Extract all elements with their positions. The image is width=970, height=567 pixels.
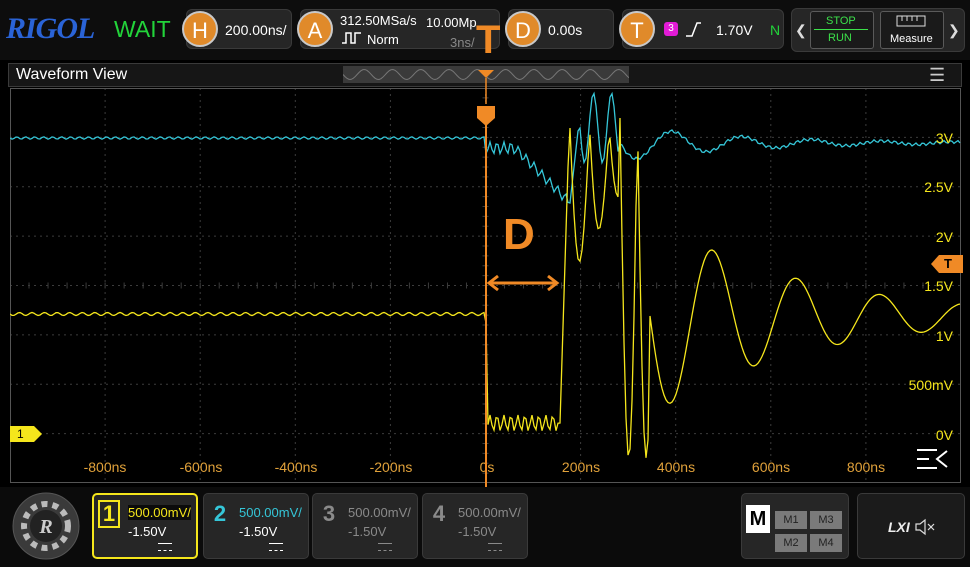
time-tick-label: -800ns: [83, 459, 127, 475]
horizontal-scale-value: 200.00ns/: [225, 22, 287, 38]
math-m2-button[interactable]: M2: [775, 534, 807, 552]
home-logo-icon[interactable]: R: [10, 490, 82, 562]
svg-text:R: R: [38, 516, 52, 538]
channel-2-offset: -1.50V: [239, 524, 278, 539]
pulse-mode-icon: [342, 32, 361, 44]
voltage-tick-label: 0V: [935, 427, 953, 443]
coupling-icon: [158, 543, 172, 551]
trigger-source-badge: 3: [664, 22, 678, 36]
memory-depth: 10.00Mp: [426, 15, 477, 30]
voltage-tick-label: 2.5V: [924, 179, 953, 195]
acquire-mode: Norm: [367, 32, 399, 47]
channel-2-scale: 500.00mV/: [239, 505, 302, 520]
coupling-icon: [488, 543, 502, 551]
math-m4-button[interactable]: M4: [810, 534, 842, 552]
measure-label: Measure: [890, 33, 933, 45]
chevron-left-icon[interactable]: ❮: [795, 22, 807, 39]
trigger-level: 1.70V: [716, 22, 753, 38]
coupling-icon: [378, 543, 392, 551]
run-label: RUN: [828, 32, 852, 44]
time-tick-label: 0s: [479, 459, 495, 475]
time-tick-label: 600ns: [751, 459, 791, 475]
delay-arrow: [486, 274, 560, 292]
brand-logo: RIGOL: [6, 12, 95, 45]
time-tick-label: -400ns: [274, 459, 318, 475]
ruler-icon: [896, 15, 926, 27]
time-tick-label: 200ns: [561, 459, 601, 475]
delay-marker-label: D: [503, 210, 535, 259]
rising-edge-icon: [686, 22, 701, 37]
voltage-tick-label: 3V: [935, 130, 953, 146]
math-m1-button[interactable]: M1: [775, 511, 807, 529]
stop-run-divider: [814, 29, 868, 30]
channel-1-scale: 500.00mV/: [128, 505, 191, 520]
channel-2-number: 2: [213, 501, 227, 526]
acquire-time: 3ns/: [450, 35, 475, 50]
stop-label: STOP: [826, 15, 856, 27]
lxi-label: LXI: [888, 519, 910, 535]
trigger-level-marker-label: T: [944, 256, 952, 271]
trigger-badge[interactable]: T: [619, 11, 655, 47]
lxi-panel: [857, 493, 965, 559]
channel-4-scale: 500.00mV/: [458, 505, 521, 520]
speaker-mute-icon[interactable]: [914, 518, 936, 536]
time-tick-label: 800ns: [846, 459, 886, 475]
trigger-marker-top[interactable]: T: [476, 18, 500, 63]
acquire-badge[interactable]: A: [297, 11, 333, 47]
menu-icon[interactable]: ☰: [929, 65, 945, 86]
channel-4-number: 4: [432, 501, 446, 526]
voltage-tick-label: 500mV: [908, 377, 953, 393]
delay-badge[interactable]: D: [505, 11, 541, 47]
acquisition-status: WAIT: [114, 16, 171, 42]
waveform-view-title: Waveform View: [16, 66, 128, 83]
delay-value: 0.00s: [548, 22, 583, 38]
collapse-panel-icon[interactable]: [915, 447, 949, 471]
math-m3-button[interactable]: M3: [810, 511, 842, 529]
time-tick-label: -600ns: [179, 459, 223, 475]
coupling-icon: [269, 543, 283, 551]
voltage-tick-label: 1.5V: [924, 278, 953, 294]
time-tick-label: -200ns: [369, 459, 413, 475]
sample-rate: 312.50MSa/s: [340, 13, 417, 28]
channel-3-scale: 500.00mV/: [348, 505, 411, 520]
chevron-right-icon[interactable]: ❯: [948, 22, 960, 39]
trigger-mode: N: [770, 22, 781, 38]
channel-1-number: 1: [98, 500, 120, 528]
voltage-tick-label: 2V: [935, 229, 953, 245]
channel-4-offset: -1.50V: [458, 524, 497, 539]
voltage-tick-label: 1V: [935, 328, 953, 344]
time-tick-label: 400ns: [656, 459, 696, 475]
math-badge: M: [746, 505, 770, 533]
channel-3-number: 3: [322, 501, 336, 526]
ch1-offset-marker-label: 1: [17, 427, 24, 441]
channel-3-offset: -1.50V: [348, 524, 387, 539]
ch1-offset-marker[interactable]: [10, 426, 42, 442]
horizontal-badge[interactable]: H: [182, 11, 218, 47]
channel-1-offset: -1.50V: [128, 524, 167, 539]
